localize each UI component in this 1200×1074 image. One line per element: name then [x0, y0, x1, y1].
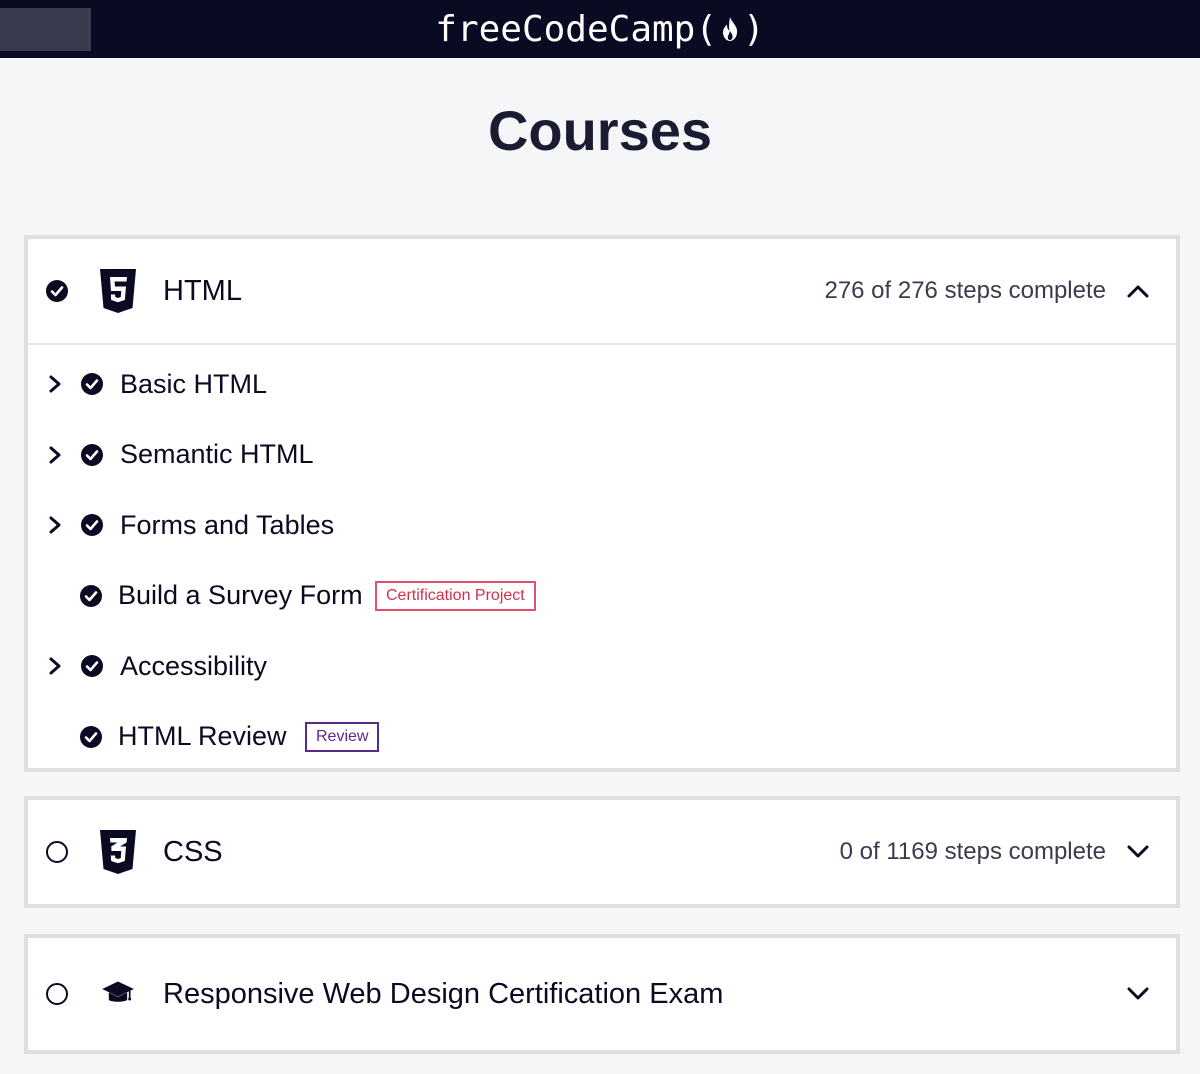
completed-check-icon	[81, 373, 103, 396]
completed-check-icon	[81, 514, 103, 537]
module-item[interactable]: Semantic HTML	[28, 420, 1176, 491]
module-item[interactable]: Forms and Tables	[28, 490, 1176, 561]
chevron-down-icon[interactable]	[1126, 840, 1150, 864]
course-title: CSS	[163, 835, 223, 868]
css3-icon	[100, 830, 136, 874]
completed-check-icon	[80, 725, 102, 748]
chevron-right-icon[interactable]	[46, 373, 64, 395]
completed-check-icon	[80, 584, 102, 607]
module-item[interactable]: Accessibility	[28, 631, 1176, 702]
brand-text: freeCodeCamp	[435, 8, 696, 50]
course-title: Responsive Web Design Certification Exam	[163, 977, 724, 1010]
chevron-right-icon[interactable]	[46, 655, 64, 677]
chevron-up-icon[interactable]	[1126, 279, 1150, 303]
completed-check-icon	[46, 280, 68, 302]
completed-check-icon	[81, 443, 103, 466]
certification-project-badge: Certification Project	[375, 580, 536, 611]
course-progress: 276 of 276 steps complete	[824, 277, 1106, 304]
course-block-html: HTML 276 of 276 steps complete Basic HTM…	[24, 235, 1180, 772]
incomplete-circle-icon	[46, 983, 68, 1005]
page-title: Courses	[487, 99, 713, 162]
top-navbar: freeCodeCamp( )	[0, 0, 1200, 58]
module-label[interactable]: HTML Review	[118, 721, 287, 752]
flame-icon	[719, 14, 741, 44]
module-label[interactable]: Basic HTML	[120, 369, 267, 400]
completed-check-icon	[81, 655, 103, 678]
course-block-css: CSS 0 of 1169 steps complete	[24, 796, 1180, 908]
incomplete-circle-icon	[46, 841, 68, 863]
course-header-html[interactable]: HTML 276 of 276 steps complete	[28, 239, 1176, 343]
module-item[interactable]: HTML Review Review	[28, 702, 1176, 773]
course-header-css[interactable]: CSS 0 of 1169 steps complete	[28, 800, 1176, 904]
course-block-exam: Responsive Web Design Certification Exam	[24, 934, 1180, 1054]
course-progress: 0 of 1169 steps complete	[839, 838, 1106, 865]
module-item[interactable]: Build a Survey Form Certification Projec…	[28, 561, 1176, 632]
module-list: Basic HTML Semantic HTML Forms and Table…	[28, 343, 1176, 772]
module-label[interactable]: Accessibility	[120, 651, 267, 682]
module-label[interactable]: Semantic HTML	[120, 439, 314, 470]
graduation-cap-icon	[102, 981, 134, 1002]
brand-paren-open: (	[695, 8, 718, 50]
module-label[interactable]: Forms and Tables	[120, 510, 334, 541]
chevron-down-icon[interactable]	[1126, 982, 1150, 1006]
course-title: HTML	[163, 274, 242, 307]
html5-icon	[100, 269, 136, 313]
course-header-exam[interactable]: Responsive Web Design Certification Exam	[28, 938, 1176, 1050]
brand-logo[interactable]: freeCodeCamp( )	[0, 0, 1200, 58]
chevron-right-icon[interactable]	[46, 514, 64, 536]
module-label[interactable]: Build a Survey Form	[118, 580, 363, 611]
module-item[interactable]: Basic HTML	[28, 349, 1176, 420]
brand-paren-close: )	[743, 8, 765, 50]
chevron-right-icon[interactable]	[46, 444, 64, 466]
review-badge: Review	[305, 721, 380, 752]
